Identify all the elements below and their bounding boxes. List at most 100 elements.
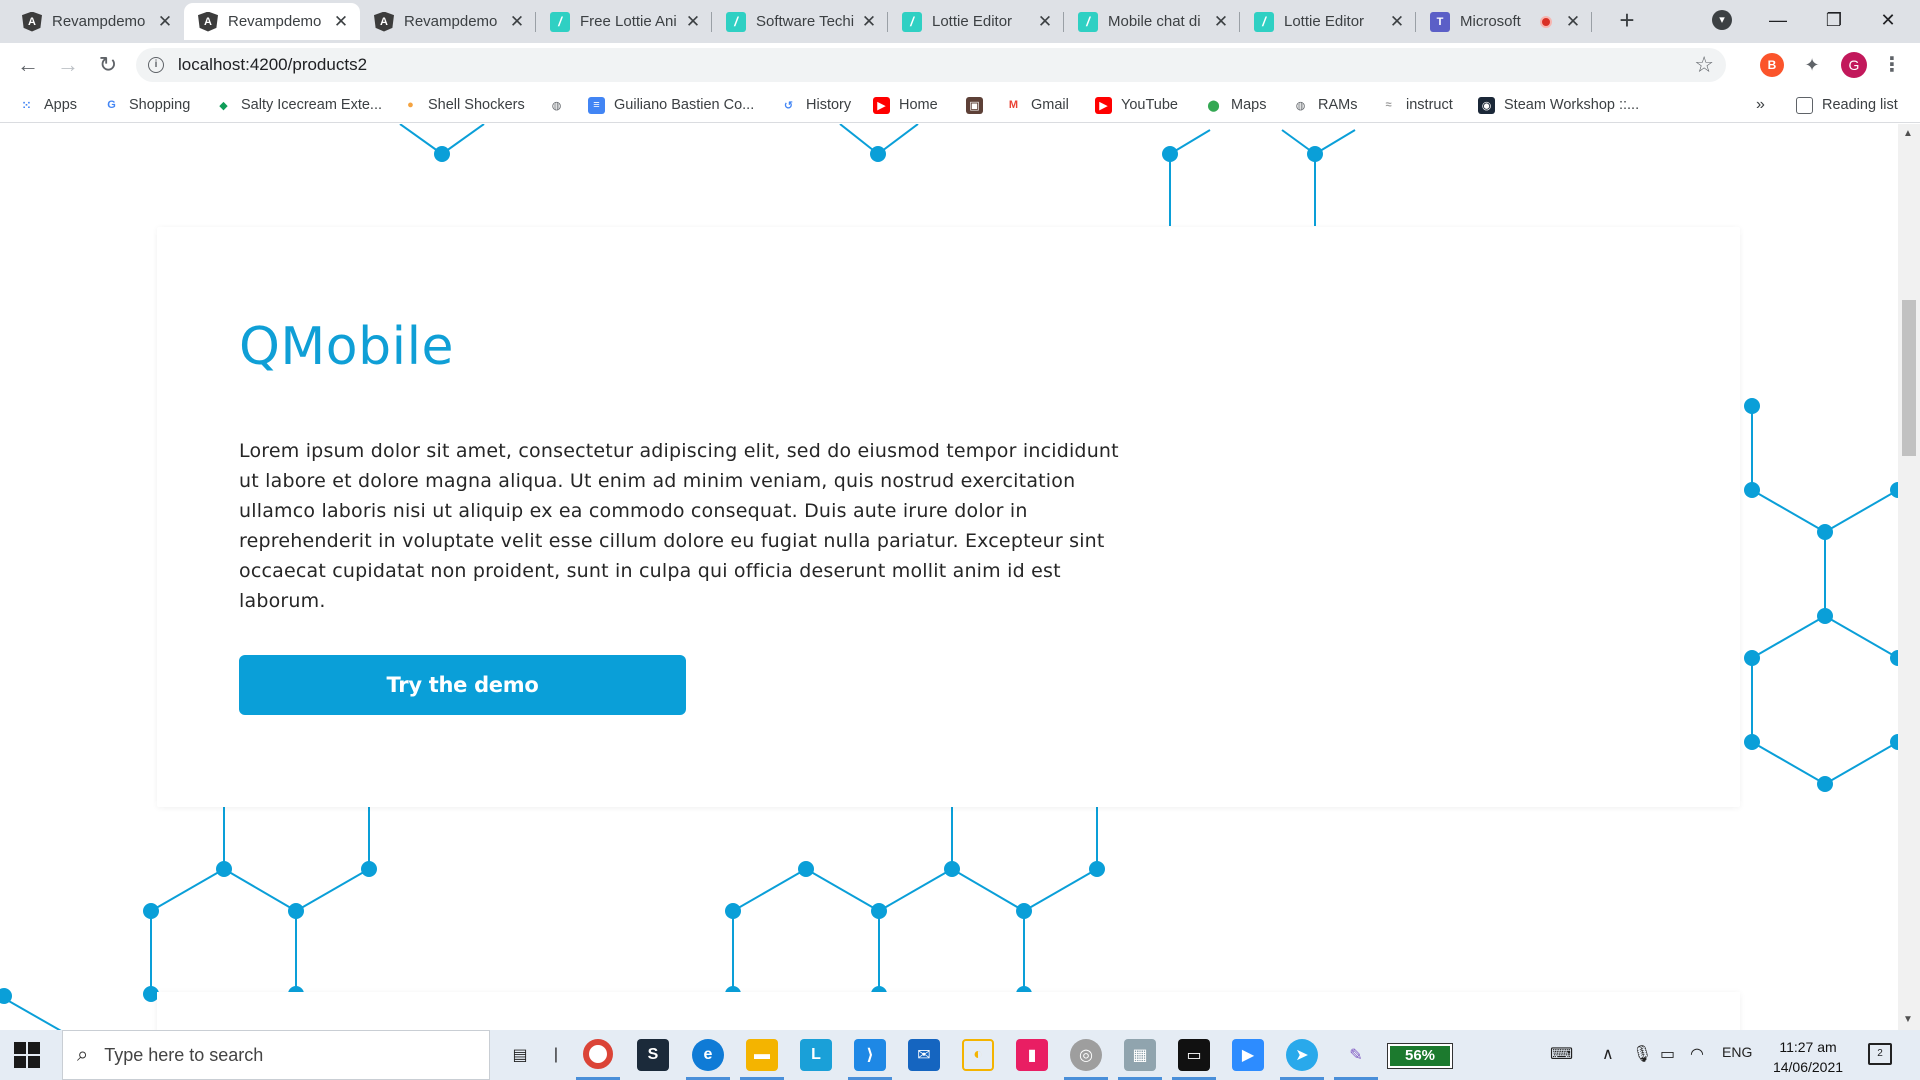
close-tab-icon[interactable]: ✕ <box>1388 12 1406 32</box>
bookmark-item[interactable]: G Shopping <box>103 93 190 117</box>
hex-edge <box>1023 868 1098 912</box>
reading-list-button[interactable]: Reading list <box>1796 93 1898 117</box>
address-bar[interactable]: i localhost:4200/products2 ☆ <box>136 48 1726 82</box>
scroll-up-arrow-icon[interactable]: ▲ <box>1903 128 1913 139</box>
lottie-taskbar-icon[interactable]: L <box>800 1039 832 1071</box>
bookmark-item[interactable]: ≈ instruct <box>1380 93 1452 117</box>
extensions-puzzle-icon[interactable]: ✦ <box>1800 53 1824 77</box>
bookmark-item[interactable]: ◍ RAMs <box>1292 93 1358 117</box>
scroll-down-arrow-icon[interactable]: ▼ <box>1903 1014 1913 1025</box>
bookmark-item[interactable]: ▶ Home <box>873 93 938 117</box>
back-button[interactable]: ← <box>14 51 42 79</box>
taskbar-search-box[interactable]: ⌕ Type here to search <box>62 1030 490 1080</box>
bookmark-item[interactable]: ⬤ Maps <box>1205 93 1266 117</box>
close-tab-icon[interactable]: ✕ <box>332 12 350 32</box>
close-window-button[interactable]: ✕ <box>1866 0 1910 40</box>
chrome-taskbar-icon[interactable] <box>583 1039 613 1069</box>
bookmark-item[interactable]: ≡ Guiliano Bastien Co... <box>588 93 754 117</box>
url-text[interactable]: localhost:4200/products2 <box>178 55 367 75</box>
browser-toolbar: ← → ↻ i localhost:4200/products2 ☆ B ✦ ⋮ <box>0 43 1920 87</box>
menu-kebab-icon[interactable]: ⋮ <box>1880 53 1904 77</box>
sublime-taskbar-icon[interactable]: S <box>637 1039 669 1071</box>
microphone-icon[interactable]: 🎙 <box>1632 1044 1652 1064</box>
bookmark-item[interactable]: ▶ YouTube <box>1095 93 1178 117</box>
photos-taskbar-icon[interactable]: ▦ <box>1124 1039 1156 1071</box>
page-viewport: QMobile Lorem ipsum dolor sit amet, cons… <box>0 124 1898 1030</box>
browser-tab[interactable]: A Revampdemo ✕ <box>8 3 184 40</box>
reading-list-label: Reading list <box>1822 97 1898 113</box>
close-tab-icon[interactable]: ✕ <box>1564 12 1582 32</box>
hex-node <box>1890 482 1898 498</box>
bookmark-item[interactable]: ◉ Steam Workshop ::... <box>1478 93 1639 117</box>
bookmarks-bar: ⁙ Apps G Shopping ◆ Salty Icecream Exte... ● Sh… <box>0 87 1920 123</box>
app-taskbar-icon[interactable]: ◐ <box>962 1039 994 1071</box>
battery-indicator[interactable]: 56% <box>1387 1043 1453 1069</box>
keyboard-icon[interactable]: ⌨ <box>1550 1044 1573 1064</box>
forward-button[interactable]: → <box>54 51 82 79</box>
browser-tab[interactable]: A Revampdemo ✕ <box>184 3 360 40</box>
close-tab-icon[interactable]: ✕ <box>684 12 702 32</box>
close-tab-icon[interactable]: ✕ <box>1212 12 1230 32</box>
close-tab-icon[interactable]: ✕ <box>508 12 526 32</box>
figma-taskbar-icon[interactable]: ▮ <box>1016 1039 1048 1071</box>
bookmark-item[interactable]: ⁙ Apps <box>18 93 77 117</box>
zoom-taskbar-icon[interactable]: ▶ <box>1232 1039 1264 1071</box>
close-tab-icon[interactable]: ✕ <box>156 12 174 32</box>
profile-avatar[interactable]: G <box>1841 52 1867 78</box>
hex-edge <box>295 868 370 912</box>
paint-taskbar-icon[interactable]: ✎ <box>1340 1039 1372 1071</box>
mail-taskbar-icon[interactable]: ✉ <box>908 1039 940 1071</box>
terminal-taskbar-icon[interactable]: ▭ <box>1178 1039 1210 1071</box>
browser-tab[interactable]: / Mobile chat di ✕ <box>1064 3 1240 40</box>
vscode-taskbar-icon[interactable]: ⟩ <box>854 1039 886 1071</box>
task-view-icon[interactable]: ▤ <box>504 1039 536 1071</box>
hex-edge <box>150 868 225 912</box>
media-taskbar-icon[interactable]: ◎ <box>1070 1039 1102 1071</box>
google-icon: G <box>107 99 116 111</box>
restore-button[interactable]: ❐ <box>1812 0 1856 40</box>
browser-tab[interactable]: T Microsoft ✕ <box>1416 3 1592 40</box>
bookmark-item[interactable]: M Gmail <box>1005 93 1069 117</box>
bookmark-label: Salty Icecream Exte... <box>241 97 383 113</box>
bookmark-item[interactable]: ◆ Salty Icecream Exte... <box>215 93 382 117</box>
tab-search-icon[interactable]: ▾ <box>1712 10 1732 30</box>
try-demo-button[interactable]: Try the demo <box>239 655 686 715</box>
telegram-taskbar-icon[interactable]: ➤ <box>1286 1039 1318 1071</box>
close-tab-icon[interactable]: ✕ <box>1036 12 1054 32</box>
minimize-button[interactable]: — <box>1756 0 1800 40</box>
extension-icon[interactable]: B <box>1760 53 1784 77</box>
docs-icon: ≡ <box>588 96 605 114</box>
close-tab-icon[interactable]: ✕ <box>860 12 878 32</box>
hex-edge <box>1824 615 1898 659</box>
tray-chevron-icon[interactable]: ∧ <box>1602 1044 1614 1064</box>
notification-center-icon[interactable]: 2 <box>1868 1043 1892 1065</box>
bookmarks-overflow-button[interactable]: » <box>1756 93 1765 117</box>
windows-taskbar: ⌕ Type here to search ▤ | S e ▬ L ⟩ ✉ ◐ … <box>0 1030 1920 1080</box>
reload-button[interactable]: ↻ <box>94 51 122 79</box>
taskbar-clock[interactable]: 11:27 am 14/06/2021 <box>1766 1037 1850 1077</box>
hex-edge <box>732 868 807 912</box>
lottie-icon: / <box>1078 11 1098 32</box>
browser-tab[interactable]: A Revampdemo ✕ <box>360 3 536 40</box>
bookmark-label: Guiliano Bastien Co... <box>614 97 755 113</box>
bookmark-item[interactable]: ▣ <box>966 93 992 117</box>
bookmark-item[interactable]: ◍ <box>548 93 574 117</box>
browser-tab[interactable]: / Free Lottie Ani ✕ <box>536 3 712 40</box>
edge-taskbar-icon[interactable]: e <box>692 1039 724 1071</box>
bookmark-star-icon[interactable]: ☆ <box>1694 52 1714 78</box>
wifi-icon[interactable]: ◠ <box>1690 1044 1704 1064</box>
youtube-icon: ▶ <box>873 96 890 114</box>
site-info-icon[interactable]: i <box>148 57 164 73</box>
language-indicator[interactable]: ENG <box>1722 1044 1752 1060</box>
windows-start-icon[interactable] <box>14 1042 40 1068</box>
new-tab-button[interactable]: + <box>1612 6 1642 36</box>
browser-tab[interactable]: / Software Techi ✕ <box>712 3 888 40</box>
browser-tab[interactable]: / Lottie Editor ✕ <box>1240 3 1416 40</box>
browser-tab[interactable]: / Lottie Editor ✕ <box>888 3 1064 40</box>
battery-icon[interactable]: ▭ <box>1660 1044 1675 1064</box>
bookmark-item[interactable]: ↺ History <box>780 93 851 117</box>
file-explorer-taskbar-icon[interactable]: ▬ <box>746 1039 778 1071</box>
page-scrollbar[interactable]: ▲ ▼ <box>1898 124 1920 1030</box>
scrollbar-thumb[interactable] <box>1902 300 1916 456</box>
bookmark-item[interactable]: ● Shell Shockers <box>402 93 525 117</box>
